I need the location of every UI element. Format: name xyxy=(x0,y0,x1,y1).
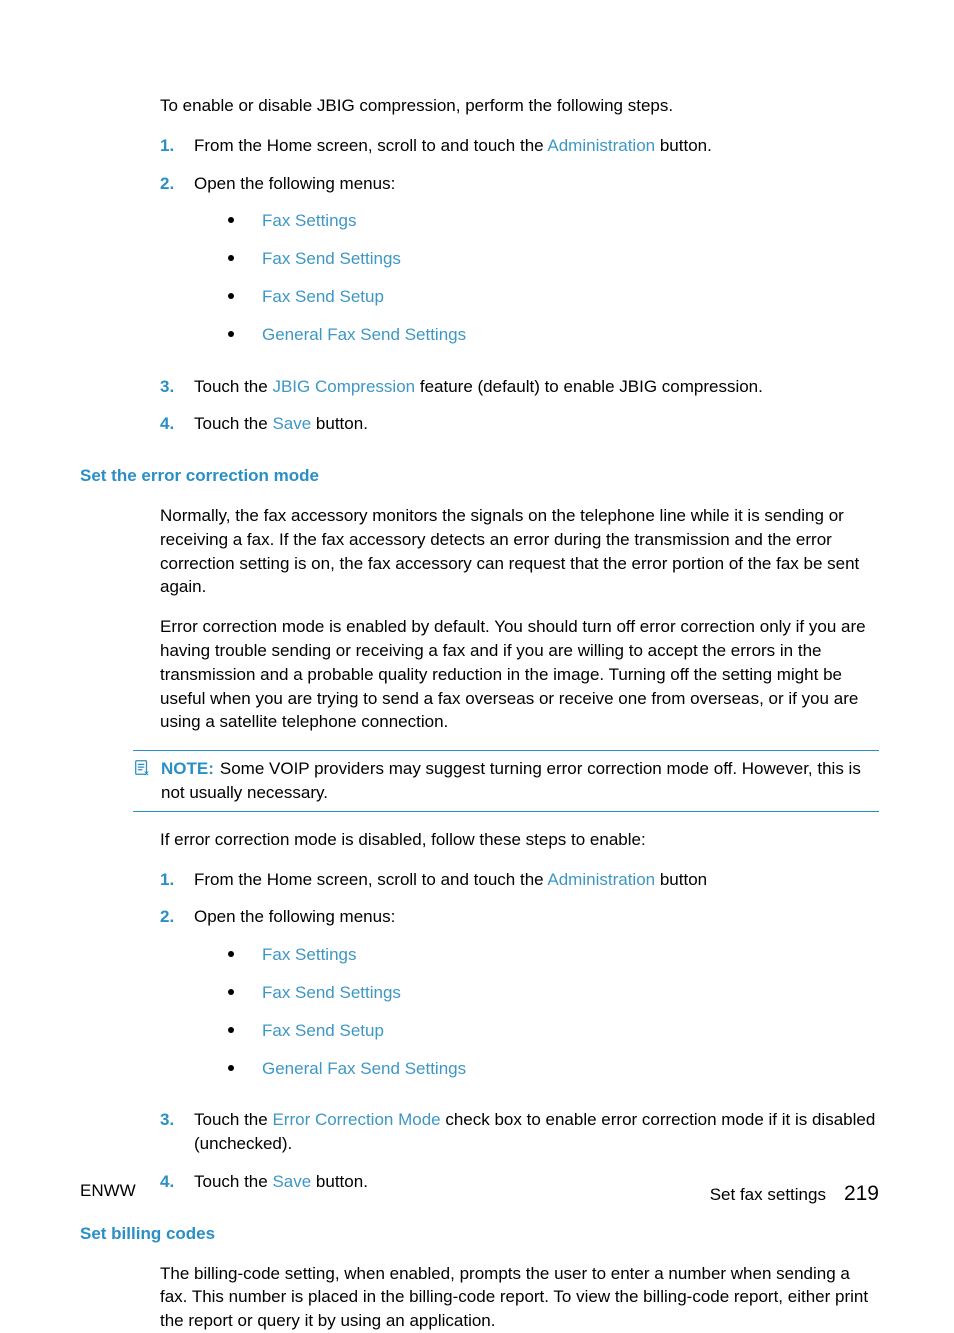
heading-error-correction: Set the error correction mode xyxy=(80,464,879,488)
intro-text: To enable or disable JBIG compression, p… xyxy=(160,94,879,118)
footer-left: ENWW xyxy=(80,1179,136,1208)
note-text: NOTE:Some VOIP providers may suggest tur… xyxy=(161,757,879,805)
step-text: Touch the Save button. xyxy=(194,412,879,436)
list-item: Fax Send Settings xyxy=(228,981,879,1005)
list-item: Fax Settings xyxy=(228,209,879,233)
paragraph: Error correction mode is enabled by defa… xyxy=(160,615,879,734)
ui-save: Save xyxy=(272,414,311,433)
footer-section-label: Set fax settings xyxy=(710,1183,826,1207)
sect2-body: The billing-code setting, when enabled, … xyxy=(160,1262,879,1333)
paragraph: If error correction mode is disabled, fo… xyxy=(160,828,879,852)
bullet-icon xyxy=(228,989,234,995)
ui-administration: Administration xyxy=(547,136,655,155)
bullet-icon xyxy=(228,951,234,957)
step-2: 2. Open the following menus: Fax Setting… xyxy=(160,172,879,361)
step-number: 2. xyxy=(160,172,194,361)
note-label: NOTE: xyxy=(161,759,214,778)
step-3: 3. Touch the Error Correction Mode check… xyxy=(160,1108,879,1156)
step-text: From the Home screen, scroll to and touc… xyxy=(194,134,879,158)
list-item: Fax Send Setup xyxy=(228,285,879,309)
footer-right: Set fax settings 219 xyxy=(710,1179,879,1208)
submenu-list: Fax Settings Fax Send Settings Fax Send … xyxy=(228,209,879,346)
step-4: 4. Touch the Save button. xyxy=(160,412,879,436)
list-item: Fax Settings xyxy=(228,943,879,967)
bullet-icon xyxy=(228,331,234,337)
intro-block: To enable or disable JBIG compression, p… xyxy=(160,94,879,436)
bullet-icon xyxy=(228,1027,234,1033)
step-number: 1. xyxy=(160,868,194,892)
bullet-icon xyxy=(228,255,234,261)
sect1-body-2: If error correction mode is disabled, fo… xyxy=(160,828,879,1194)
step-number: 2. xyxy=(160,905,194,1094)
ui-error-correction-mode: Error Correction Mode xyxy=(272,1110,440,1129)
note-icon xyxy=(133,759,153,784)
step-text: From the Home screen, scroll to and touc… xyxy=(194,868,879,892)
heading-billing-codes: Set billing codes xyxy=(80,1222,879,1246)
step-3: 3. Touch the JBIG Compression feature (d… xyxy=(160,375,879,399)
note-callout: NOTE:Some VOIP providers may suggest tur… xyxy=(133,750,879,812)
sect1-steps: 1. From the Home screen, scroll to and t… xyxy=(160,868,879,1194)
ui-administration: Administration xyxy=(547,870,655,889)
step-text: Open the following menus: Fax Settings F… xyxy=(194,172,879,361)
paragraph: Normally, the fax accessory monitors the… xyxy=(160,504,879,599)
step-2: 2. Open the following menus: Fax Setting… xyxy=(160,905,879,1094)
bullet-icon xyxy=(228,1065,234,1071)
sect1-body: Normally, the fax accessory monitors the… xyxy=(160,504,879,734)
page-footer: ENWW Set fax settings 219 xyxy=(80,1179,879,1208)
ui-jbig-compression: JBIG Compression xyxy=(272,377,415,396)
submenu-list: Fax Settings Fax Send Settings Fax Send … xyxy=(228,943,879,1080)
step-text: Touch the Error Correction Mode check bo… xyxy=(194,1108,879,1156)
step-1: 1. From the Home screen, scroll to and t… xyxy=(160,868,879,892)
list-item: General Fax Send Settings xyxy=(228,1057,879,1081)
step-number: 4. xyxy=(160,412,194,436)
step-1: 1. From the Home screen, scroll to and t… xyxy=(160,134,879,158)
step-number: 3. xyxy=(160,1108,194,1156)
page-number: 219 xyxy=(844,1179,879,1208)
bullet-icon xyxy=(228,217,234,223)
list-item: Fax Send Settings xyxy=(228,247,879,271)
step-number: 3. xyxy=(160,375,194,399)
step-number: 1. xyxy=(160,134,194,158)
page-body: To enable or disable JBIG compression, p… xyxy=(80,94,879,1210)
bullet-icon xyxy=(228,293,234,299)
intro-steps: 1. From the Home screen, scroll to and t… xyxy=(160,134,879,436)
paragraph: The billing-code setting, when enabled, … xyxy=(160,1262,879,1333)
list-item: General Fax Send Settings xyxy=(228,323,879,347)
step-text: Open the following menus: Fax Settings F… xyxy=(194,905,879,1094)
step-text: Touch the JBIG Compression feature (defa… xyxy=(194,375,879,399)
list-item: Fax Send Setup xyxy=(228,1019,879,1043)
